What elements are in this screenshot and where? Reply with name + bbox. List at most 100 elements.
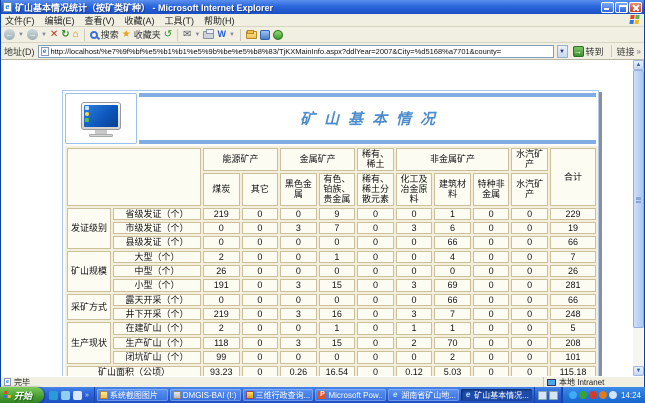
stop-button[interactable]: ✕ xyxy=(50,29,58,40)
table-cell: 0 xyxy=(242,294,279,306)
menu-item[interactable]: 收藏(A) xyxy=(125,14,155,27)
home-button[interactable]: ⌂ xyxy=(73,29,79,40)
scroll-up-button[interactable]: ▲ xyxy=(633,60,644,70)
page-title: 矿山基本情况 xyxy=(291,108,444,129)
table-cell: 26 xyxy=(550,265,596,277)
antivirus-tray-icon[interactable] xyxy=(579,391,587,399)
table-cell: 0 xyxy=(357,236,394,248)
quicklaunch-app-icon[interactable] xyxy=(49,391,58,400)
table-row: 矿山面积（公顷）93.2300.2616.5400.125.0300115.18 xyxy=(67,366,596,377)
links-button[interactable]: 链接 » xyxy=(617,45,641,58)
menu-item[interactable]: 帮助(H) xyxy=(204,14,235,27)
table-cell: 93.23 xyxy=(203,366,240,377)
clock: 14:24 xyxy=(621,391,641,400)
menu-item[interactable]: 文件(F) xyxy=(5,14,35,27)
table-cell: 2 xyxy=(434,351,471,363)
table-cell: 5.03 xyxy=(434,366,471,377)
table-cell: 0 xyxy=(203,294,240,306)
alert-tray-icon[interactable] xyxy=(589,391,597,399)
scanner-tray-icon[interactable] xyxy=(599,391,607,399)
messenger-button[interactable] xyxy=(273,30,283,40)
back-button[interactable]: ← xyxy=(4,29,15,40)
scrollbar-thumb[interactable] xyxy=(633,70,644,328)
zone-text: 本地 Intranet xyxy=(559,377,604,388)
taskbar-task[interactable]: PMicrosoft Pow... xyxy=(315,389,386,401)
folders-button[interactable] xyxy=(246,31,257,39)
taskbar-task[interactable]: e湖南省矿山地... xyxy=(388,389,459,401)
summary-row-label: 矿山面积（公顷） xyxy=(67,366,201,377)
table-cell: 0 xyxy=(242,251,279,263)
restore-button[interactable] xyxy=(615,2,628,13)
minimize-button[interactable] xyxy=(601,2,614,13)
table-cell: 0 xyxy=(357,308,394,320)
table-cell: 0 xyxy=(242,208,279,220)
back-dropdown-icon[interactable]: ▼ xyxy=(18,32,24,38)
toolbar-options-icon[interactable] xyxy=(549,391,558,400)
table-cell: 0.12 xyxy=(396,366,433,377)
drive-icon xyxy=(173,391,181,399)
mail-button[interactable]: ✉ xyxy=(183,29,191,40)
search-button[interactable]: 搜索 xyxy=(101,28,119,41)
table-cell: 0 xyxy=(396,351,433,363)
history-button[interactable]: ↺ xyxy=(164,29,172,40)
vertical-scrollbar[interactable]: ▲ ▼ xyxy=(633,60,644,376)
table-cell: 0 xyxy=(280,351,317,363)
address-input[interactable]: e http://localhost/%e7%9f%bf%e5%b1%b1%e5… xyxy=(38,45,554,58)
table-row: 生产矿山（个）1180315027000208 xyxy=(67,337,596,349)
mail-dropdown-icon[interactable]: ▼ xyxy=(195,32,201,38)
table-cell: 7 xyxy=(550,251,596,263)
address-url: http://localhost/%e7%9f%bf%e5%b1%b1%e5%9… xyxy=(51,47,502,56)
start-button[interactable]: 开始 xyxy=(0,387,44,403)
hide-tray-icons-icon[interactable] xyxy=(569,391,577,399)
quicklaunch-chevron-icon[interactable]: » xyxy=(85,392,89,399)
taskbar-task-label: 矿山基本情况... xyxy=(474,390,529,401)
title-bar[interactable]: e 矿山基本情况统计（按矿类矿种） - Microsoft Internet E… xyxy=(1,0,644,14)
column-group-header: 金属矿产 xyxy=(280,148,355,171)
table-cell: 0 xyxy=(511,279,548,291)
refresh-button[interactable]: ↻ xyxy=(61,29,69,40)
table-cell: 0 xyxy=(511,208,548,220)
taskbar-task-label: 湖南省矿山地... xyxy=(401,390,456,401)
print-button[interactable] xyxy=(203,31,214,39)
table-cell: 0 xyxy=(319,265,356,277)
network-tray-icon[interactable] xyxy=(609,391,617,399)
forward-button[interactable]: → xyxy=(27,29,38,40)
edit-button[interactable]: W xyxy=(217,29,226,40)
table-cell: 3 xyxy=(280,308,317,320)
stats-table-body: 发证级别省级发证（个）21900900100229市级发证（个）00370360… xyxy=(67,208,596,376)
language-bar[interactable] xyxy=(534,387,561,403)
ie-icon: e xyxy=(391,391,399,399)
quicklaunch-ie-icon[interactable] xyxy=(61,391,70,400)
taskbar-task[interactable]: 三维行政查询... xyxy=(243,389,314,401)
discussion-button[interactable] xyxy=(260,30,270,40)
table-cell: 0 xyxy=(242,366,279,377)
table-cell: 19 xyxy=(550,222,596,234)
edit-dropdown-icon[interactable]: ▼ xyxy=(229,32,235,38)
powerpoint-icon: P xyxy=(318,391,326,399)
favorites-star-icon[interactable]: ★ xyxy=(122,29,131,40)
taskbar-task[interactable]: e矿山基本情况... xyxy=(461,389,532,401)
favorites-button[interactable]: 收藏夹 xyxy=(134,28,161,41)
table-cell: 0 xyxy=(319,351,356,363)
table-cell: 0 xyxy=(242,279,279,291)
taskbar-task[interactable]: 系统截图图片 xyxy=(97,389,168,401)
go-button[interactable]: → 转到 xyxy=(571,45,606,58)
address-separator xyxy=(611,45,612,57)
table-cell: 0 xyxy=(357,279,394,291)
taskbar-task[interactable]: DMGIS-BAI (I:) xyxy=(170,389,241,401)
status-page-icon: e xyxy=(4,378,11,386)
table-cell: 0 xyxy=(473,279,510,291)
table-cell: 0 xyxy=(203,222,240,234)
menu-item[interactable]: 工具(T) xyxy=(165,14,195,27)
table-cell: 0 xyxy=(511,308,548,320)
scroll-down-button[interactable]: ▼ xyxy=(633,366,644,376)
language-icon[interactable] xyxy=(538,391,547,400)
address-dropdown-button[interactable]: ▼ xyxy=(557,45,568,58)
search-icon[interactable] xyxy=(90,31,98,39)
quicklaunch-desktop-icon[interactable] xyxy=(73,391,82,400)
forward-dropdown-icon[interactable]: ▼ xyxy=(41,32,47,38)
table-cell: 1 xyxy=(319,322,356,334)
close-button[interactable] xyxy=(629,2,642,13)
menu-item[interactable]: 查看(V) xyxy=(85,14,115,27)
menu-item[interactable]: 编辑(E) xyxy=(45,14,75,27)
